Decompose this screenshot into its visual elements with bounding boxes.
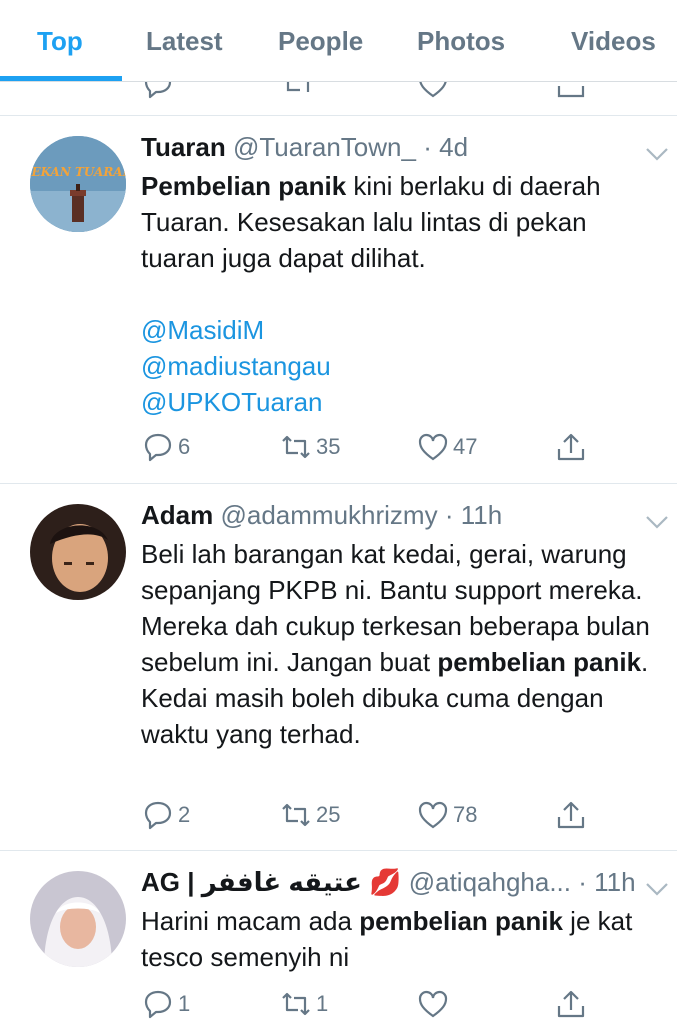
avatar-image: PEKAN TUARAN [30, 136, 126, 232]
like-icon [418, 801, 448, 829]
bold-keyword: pembelian panik [437, 647, 642, 677]
retweet-icon [282, 803, 310, 827]
reply-button[interactable]: 2 [142, 797, 190, 833]
previous-tweet-actions [0, 82, 677, 102]
mention-link[interactable]: @UPKOTuaran [141, 384, 661, 420]
share-button[interactable] [555, 429, 587, 465]
like-button[interactable]: 78 [417, 797, 477, 833]
chevron-down-icon[interactable] [644, 514, 670, 530]
retweet-button[interactable]: 25 [280, 797, 340, 833]
avatar-logo-text: PEKAN TUARAN [30, 165, 126, 179]
retweet-icon [282, 992, 310, 1016]
reply-icon [144, 990, 172, 1019]
avatar-image [30, 871, 126, 967]
retweet-icon[interactable] [282, 82, 314, 100]
tweet-header: AG | عتيقه غاففر 💋 @atiqahgha... · 11h [141, 867, 636, 897]
chevron-down-icon[interactable] [644, 881, 670, 897]
retweet-icon [282, 435, 310, 459]
like-icon [418, 433, 448, 461]
chevron-down-icon[interactable] [644, 146, 670, 162]
tweet-actions: 1 1 [0, 986, 677, 1024]
divider [0, 850, 677, 851]
like-count: 47 [453, 434, 478, 459]
username[interactable]: @atiqahgha... [409, 867, 571, 897]
avatar[interactable] [30, 504, 126, 600]
tab-top[interactable]: Top [37, 26, 83, 57]
retweet-count: 25 [316, 802, 341, 827]
timestamp[interactable]: 4d [439, 132, 468, 162]
tweet-actions: 6 35 47 [0, 429, 677, 469]
tab-people[interactable]: People [278, 26, 363, 57]
like-button[interactable]: 47 [417, 429, 477, 465]
divider [0, 483, 677, 484]
separator-dot: · [444, 500, 454, 530]
tab-videos[interactable]: Videos [571, 26, 656, 57]
username[interactable]: @TuaranTown_ [233, 132, 416, 162]
share-icon [557, 433, 585, 461]
display-name[interactable]: Adam [141, 500, 213, 530]
like-count: 78 [453, 802, 478, 827]
tweet-text: Harini macam ada pembelian panik je kat … [141, 903, 661, 975]
tab-photos[interactable]: Photos [417, 26, 505, 57]
avatar[interactable]: PEKAN TUARAN [30, 136, 126, 232]
share-icon [557, 801, 585, 829]
tweet-text: Beli lah barangan kat kedai, gerai, waru… [141, 536, 661, 752]
share-button[interactable] [555, 986, 587, 1022]
share-icon[interactable] [555, 82, 587, 100]
separator-dot: · [578, 867, 587, 897]
reply-icon [144, 801, 172, 830]
display-name[interactable]: AG | عتيقه غاففر 💋 [141, 867, 401, 897]
avatar-image [30, 504, 126, 600]
mention-link[interactable]: @madiustangau [141, 348, 661, 384]
separator-dot: · [423, 132, 432, 162]
bold-keyword: pembelian panik [359, 906, 563, 936]
tab-latest[interactable]: Latest [146, 26, 223, 57]
display-name[interactable]: Tuaran [141, 132, 226, 162]
tweet-header: Tuaran @TuaranTown_ · 4d [141, 132, 468, 162]
avatar[interactable] [30, 871, 126, 967]
active-tab-indicator [0, 76, 122, 81]
tweet-text-part: Harini macam ada [141, 906, 360, 936]
like-icon [418, 990, 448, 1018]
reply-icon [144, 433, 172, 462]
reply-icon[interactable] [142, 82, 174, 100]
tweet-text: Pembelian panik kini berlaku di daerah T… [141, 168, 661, 420]
share-icon [557, 990, 585, 1018]
bold-keyword: Pembelian panik [141, 171, 347, 201]
retweet-count: 35 [316, 434, 341, 459]
timestamp[interactable]: 11h [461, 500, 502, 530]
tweet-actions: 2 25 78 [0, 797, 677, 837]
timestamp[interactable]: 11h [594, 867, 635, 897]
search-tabs: Top Latest People Photos Videos [0, 0, 677, 82]
retweet-button[interactable]: 1 [280, 986, 328, 1022]
tweet-header: Adam @adammukhrizmy · 11h [141, 500, 502, 530]
reply-button[interactable]: 6 [142, 429, 190, 465]
reply-count: 6 [178, 434, 191, 459]
reply-count: 1 [178, 991, 191, 1016]
retweet-button[interactable]: 35 [280, 429, 340, 465]
mention-link[interactable]: @MasidiM [141, 312, 661, 348]
reply-button[interactable]: 1 [142, 986, 190, 1022]
share-button[interactable] [555, 797, 587, 833]
reply-count: 2 [178, 802, 191, 827]
like-button[interactable] [417, 986, 453, 1022]
retweet-count: 1 [316, 991, 329, 1016]
like-icon[interactable] [417, 82, 449, 100]
username[interactable]: @adammukhrizmy [220, 500, 437, 530]
divider [0, 115, 677, 116]
